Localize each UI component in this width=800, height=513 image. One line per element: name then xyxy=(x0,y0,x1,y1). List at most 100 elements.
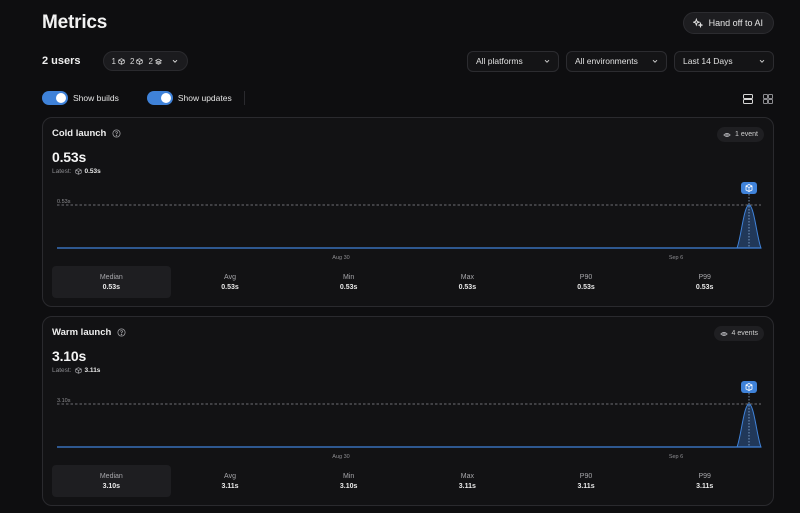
stat-value: 3.11s xyxy=(577,482,595,490)
stat-value: 3.11s xyxy=(696,482,714,490)
stat-min[interactable]: Min 0.53s xyxy=(289,266,408,298)
stat-label: Avg xyxy=(224,472,236,480)
metrics-page: Metrics Hand off to AI 2 users 1 2 2 All… xyxy=(0,0,800,513)
environments-select[interactable]: All environments xyxy=(566,50,667,72)
stat-label: Median xyxy=(99,472,123,480)
show-updates-toggle[interactable]: Show updates xyxy=(146,91,232,105)
filters-row: 2 users 1 2 2 All platforms All environm… xyxy=(42,50,774,72)
stat-avg[interactable]: Avg 0.53s xyxy=(171,266,290,298)
reference-label: 0.53s xyxy=(57,199,71,205)
metric-value: 3.10s xyxy=(52,348,87,364)
box-icon xyxy=(118,57,125,65)
events-badge[interactable]: 1 event xyxy=(717,127,764,142)
stat-p90[interactable]: P90 0.53s xyxy=(527,266,646,298)
hand-off-label: Hand off to AI xyxy=(708,18,763,28)
hand-off-to-ai-button[interactable]: Hand off to AI xyxy=(682,12,774,34)
cold-launch-chart: 0.53s Aug 30 Sep 6 xyxy=(57,182,762,261)
count-segment: 1 xyxy=(112,57,125,66)
box-icon xyxy=(74,168,82,175)
card-header: Warm launch xyxy=(52,327,126,338)
divider xyxy=(243,91,245,105)
stat-label: P99 xyxy=(698,273,711,281)
users-count: 2 users xyxy=(42,55,81,67)
stat-value: 0.53s xyxy=(577,283,595,291)
platforms-value: All platforms xyxy=(476,56,523,66)
help-icon[interactable] xyxy=(112,129,121,138)
list-view-button[interactable] xyxy=(742,92,754,104)
x-tick-label: Sep 6 xyxy=(669,255,683,261)
stat-max[interactable]: Max 0.53s xyxy=(408,266,527,298)
stat-min[interactable]: Min 3.10s xyxy=(289,465,408,497)
date-range-value: Last 14 Days xyxy=(683,56,733,66)
stats-row: Median 0.53s Avg 0.53s Min 0.53s Max 0.53s P… xyxy=(52,266,764,298)
latest-label: Latest: xyxy=(52,168,72,175)
stat-value: 0.53s xyxy=(458,283,477,291)
count-value: 2 xyxy=(148,56,153,66)
build-count-selector[interactable]: 1 2 2 xyxy=(102,51,188,71)
page-title: Metrics xyxy=(42,12,108,33)
platforms-select[interactable]: All platforms xyxy=(467,50,559,72)
latest-row: Latest: 0.53s xyxy=(52,168,101,175)
show-builds-label: Show builds xyxy=(73,93,119,103)
latest-value: 3.11s xyxy=(84,367,101,374)
stat-label: Min xyxy=(343,472,355,480)
latest-row: Latest: 3.11s xyxy=(52,367,100,374)
build-marker[interactable] xyxy=(741,182,757,194)
card-title: Cold launch xyxy=(52,128,107,139)
layers-icon xyxy=(154,58,162,65)
stat-p90[interactable]: P90 3.11s xyxy=(527,465,646,497)
stat-avg[interactable]: Avg 3.11s xyxy=(171,465,290,497)
show-builds-switch[interactable] xyxy=(42,91,68,105)
chevron-down-icon xyxy=(544,59,550,63)
environments-value: All environments xyxy=(575,56,638,66)
stat-p99[interactable]: P99 3.11s xyxy=(645,465,764,497)
stat-label: P90 xyxy=(579,273,593,281)
show-updates-switch[interactable] xyxy=(146,91,173,105)
stat-p99[interactable]: P99 0.53s xyxy=(645,266,764,298)
view-switcher xyxy=(742,92,774,104)
eye-icon xyxy=(719,331,728,336)
cold-launch-card: Cold launch 1 event 0.53s Latest: 0.53s … xyxy=(42,117,774,307)
events-count: 4 events xyxy=(731,330,758,337)
stat-value: 3.10s xyxy=(102,482,121,490)
metric-value: 0.53s xyxy=(52,149,87,165)
count-segment: 2 xyxy=(148,56,162,66)
stat-value: 3.11s xyxy=(458,482,476,490)
stats-row: Median 3.10s Avg 3.11s Min 3.10s Max 3.11s P… xyxy=(52,465,764,497)
grid-view-button[interactable] xyxy=(762,92,774,104)
events-count: 1 event xyxy=(735,131,758,138)
box-icon xyxy=(136,57,144,65)
stat-median[interactable]: Median 3.10s xyxy=(52,465,171,497)
events-badge[interactable]: 4 events xyxy=(713,326,764,341)
peak-area xyxy=(736,204,762,249)
rows-icon xyxy=(743,94,753,104)
chevron-down-icon xyxy=(652,59,658,63)
stat-label: Median xyxy=(99,273,123,281)
show-builds-toggle[interactable]: Show builds xyxy=(42,91,119,105)
grid-icon xyxy=(763,94,773,104)
count-segment: 2 xyxy=(130,57,144,66)
peak-area xyxy=(736,403,762,448)
stat-median[interactable]: Median 0.53s xyxy=(52,266,171,298)
stat-label: Max xyxy=(460,273,474,281)
help-icon[interactable] xyxy=(117,328,126,337)
toggles-row: Show builds Show updates xyxy=(42,90,774,106)
count-value: 1 xyxy=(111,56,116,66)
sparkle-icon xyxy=(692,18,703,28)
chevron-down-icon xyxy=(759,59,765,63)
date-range-select[interactable]: Last 14 Days xyxy=(674,50,774,72)
build-marker[interactable] xyxy=(741,381,757,393)
x-tick-label: Aug 30 xyxy=(332,454,349,460)
stat-value: 0.53s xyxy=(695,283,714,291)
x-tick-label: Sep 6 xyxy=(669,454,683,460)
card-title: Warm launch xyxy=(52,327,112,338)
stat-label: Avg xyxy=(224,273,236,281)
stat-value: 0.53s xyxy=(221,283,239,291)
stat-max[interactable]: Max 3.11s xyxy=(408,465,527,497)
stat-value: 0.53s xyxy=(339,283,358,291)
warm-launch-chart: 3.10s Aug 30 Sep 6 xyxy=(57,381,762,460)
box-icon xyxy=(74,367,82,374)
x-tick-label: Aug 30 xyxy=(332,255,349,261)
stat-label: P90 xyxy=(579,472,593,480)
stat-value: 3.10s xyxy=(339,482,358,490)
